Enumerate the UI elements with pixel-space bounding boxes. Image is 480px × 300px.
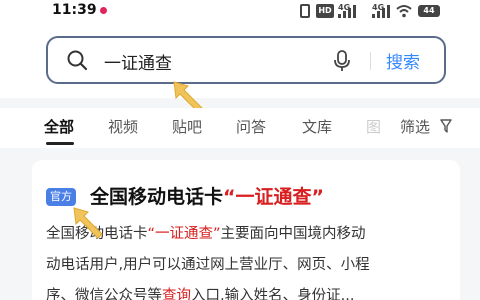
result-title[interactable]: 全国移动电话卡“一证通查” [90,182,324,209]
desc-highlight: “一证通查” [147,226,221,242]
result-description-line-2: 动电话用户,用户可以通过网上营业厅、网页、小程 [46,257,370,273]
tab-bar: 全部 视频 贴吧 问答 文库 图 筛选 [0,108,480,148]
vibrate-icon [300,4,310,18]
battery-icon: 44 [418,5,440,17]
signal-icon-sim1: 4G [338,4,356,18]
search-input[interactable] [104,49,304,73]
active-tab-indicator [46,142,74,145]
signal-icon-sim2: 4G [372,4,390,18]
tab-all[interactable]: 全部 [44,116,74,137]
desc-text: 主要面向中国境内移动 [220,226,366,242]
result-title-highlight: “一证通查” [223,186,324,208]
result-title-prefix: 全国移动电话卡 [90,186,224,208]
status-time: 11:39 [52,2,97,18]
wifi-icon [396,4,412,18]
search-header: 搜索 [0,24,480,98]
tab-wenku[interactable]: 文库 [302,116,332,137]
search-button[interactable]: 搜索 [386,48,420,73]
search-box[interactable]: 搜索 [46,36,446,84]
filter-button[interactable]: 筛选 [400,116,430,137]
tab-images[interactable]: 图 [366,116,381,137]
pointer-arrow-icon [73,207,103,239]
official-badge: 官方 [46,188,76,206]
filter-icon[interactable] [440,119,452,133]
result-description-line-3: 序、微信公众号等查询入口,输入姓名、身份证... [46,284,354,300]
search-icon [67,50,88,71]
microphone-icon[interactable] [332,49,352,73]
search-divider [370,52,371,70]
status-icons: HD 4G 4G 44 [300,2,450,20]
desc-highlight: 查询 [162,288,191,300]
tab-video[interactable]: 视频 [108,116,138,137]
notification-dot-icon [100,7,107,14]
status-bar: 11:39 HD 4G 4G 44 [0,0,480,24]
tab-qa[interactable]: 问答 [236,116,266,137]
desc-text: 入口,输入姓名、身份证... [191,288,355,300]
hd-icon: HD [316,4,334,18]
tab-tieba[interactable]: 贴吧 [172,116,202,137]
desc-text: 序、微信公众号等 [46,288,162,300]
